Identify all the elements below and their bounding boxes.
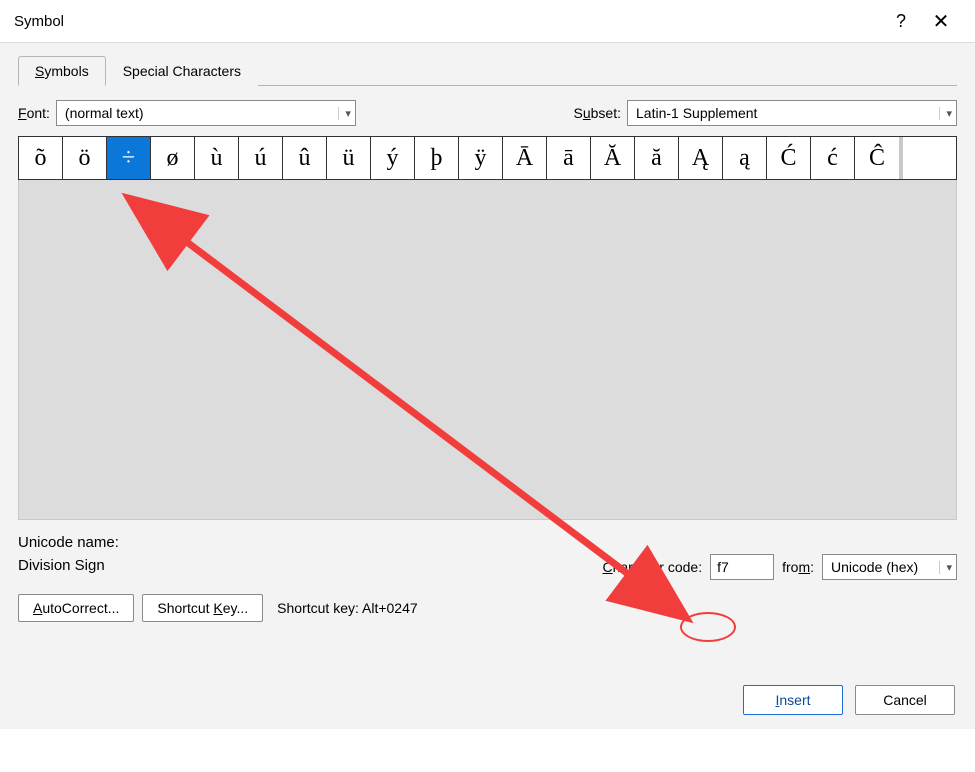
symbol-cell[interactable]: Ć xyxy=(767,137,811,179)
symbol-cell[interactable]: ý xyxy=(371,137,415,179)
character-code-input[interactable] xyxy=(710,554,774,580)
character-code-label: Character code: xyxy=(602,559,702,575)
insert-button[interactable]: Insert xyxy=(743,685,843,715)
cancel-button[interactable]: Cancel xyxy=(855,685,955,715)
autocorrect-button[interactable]: AutoCorrect... xyxy=(18,594,134,622)
symbol-cell[interactable]: Ă xyxy=(591,137,635,179)
from-dropdown[interactable]: Unicode (hex)▾ xyxy=(822,554,957,580)
help-icon[interactable]: ? xyxy=(881,11,921,32)
font-label: Font: xyxy=(18,105,50,121)
symbol-cell[interactable]: ą xyxy=(723,137,767,179)
symbol-cell[interactable]: ÷ xyxy=(107,137,151,179)
symbol-cell[interactable]: þ xyxy=(415,137,459,179)
symbol-cell[interactable]: Ą xyxy=(679,137,723,179)
tab-symbols[interactable]: Symbols xyxy=(18,56,106,86)
window-title: Symbol xyxy=(14,13,881,30)
subset-label: Subset: xyxy=(574,105,622,121)
symbol-cell[interactable]: ø xyxy=(151,137,195,179)
shortcut-key-button[interactable]: Shortcut Key... xyxy=(142,594,263,622)
chevron-down-icon: ▾ xyxy=(939,107,952,120)
titlebar: Symbol ? ✕ xyxy=(0,0,975,42)
chevron-down-icon: ▾ xyxy=(939,561,952,574)
symbol-cell[interactable]: ù xyxy=(195,137,239,179)
symbol-cell[interactable]: ā xyxy=(547,137,591,179)
dialog-footer: Insert Cancel xyxy=(743,685,955,715)
unicode-name-value: Division Sign xyxy=(18,557,119,574)
symbol-cell[interactable]: ă xyxy=(635,137,679,179)
tab-panel-symbols: Font: (normal text)▾ Subset: Latin-1 Sup… xyxy=(18,85,957,622)
symbol-grid-container: õö÷øùúûüýþÿĀāĂăĄąĆćĈ xyxy=(18,136,957,180)
dialog-content: Symbols Special Characters Font: (normal… xyxy=(0,42,975,729)
symbol-cell[interactable]: Ĉ xyxy=(855,137,899,179)
symbol-cell[interactable]: ö xyxy=(63,137,107,179)
symbol-cell[interactable]: ü xyxy=(327,137,371,179)
chevron-down-icon: ▾ xyxy=(338,107,351,120)
from-label: from: xyxy=(782,559,814,575)
unicode-name-label: Unicode name: xyxy=(18,534,119,551)
scrollbar[interactable] xyxy=(899,137,903,179)
symbol-cell[interactable]: ú xyxy=(239,137,283,179)
symbol-cell[interactable]: û xyxy=(283,137,327,179)
symbol-cell[interactable]: ÿ xyxy=(459,137,503,179)
symbol-cell[interactable]: õ xyxy=(19,137,63,179)
subset-dropdown[interactable]: Latin-1 Supplement▾ xyxy=(627,100,957,126)
font-dropdown[interactable]: (normal text)▾ xyxy=(56,100,356,126)
symbol-grid: õö÷øùúûüýþÿĀāĂăĄąĆćĈ xyxy=(19,137,899,179)
shortcut-key-display: Shortcut key: Alt+0247 xyxy=(277,600,418,616)
tab-special-characters[interactable]: Special Characters xyxy=(106,56,258,86)
symbol-cell[interactable]: ć xyxy=(811,137,855,179)
tabs: Symbols Special Characters xyxy=(18,56,957,86)
close-icon[interactable]: ✕ xyxy=(921,9,961,34)
symbol-cell[interactable]: Ā xyxy=(503,137,547,179)
recently-used-area xyxy=(18,180,957,520)
